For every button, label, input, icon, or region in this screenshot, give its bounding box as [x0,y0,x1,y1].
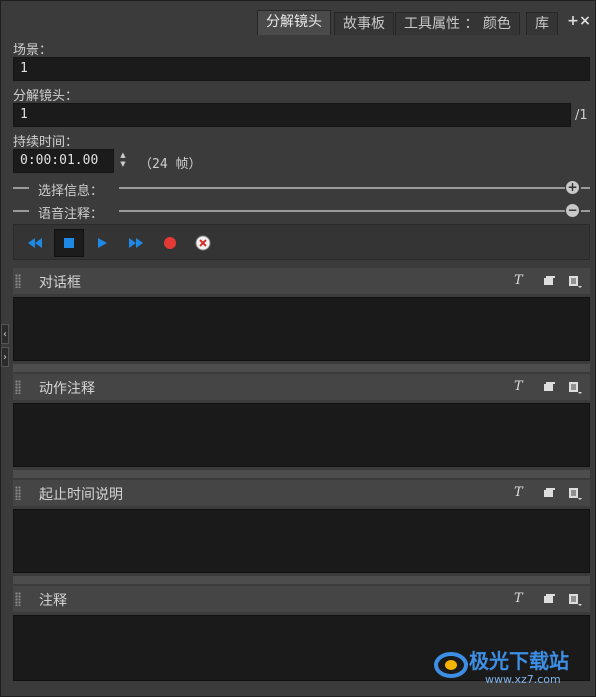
tab-bar: 分解镜头 故事板 工具属性 ： 颜色 库 +× [1,9,596,35]
panel-splitter[interactable] [13,470,590,478]
minus-circle-icon[interactable]: − [566,204,579,217]
text-format-icon[interactable]: T [514,273,528,289]
close-tab-icon[interactable]: × [579,13,591,29]
duration-label: 持续时间： [13,135,79,150]
audio-transport-bar [13,224,590,260]
watermark-url: www.xz7.com [485,673,561,686]
expand-panel-icon[interactable] [542,273,556,289]
panel-splitter[interactable] [13,576,590,584]
record-icon [164,237,176,249]
divider-line [119,187,565,189]
tab-breakdown[interactable]: 分解镜头 [257,10,331,35]
voice-note-label: 语音注释： [38,207,104,222]
text-format-icon[interactable]: T [514,379,528,395]
expand-panel-icon[interactable] [542,379,556,395]
panel-menu-icon[interactable] [568,273,582,289]
tab-tool-properties-color[interactable]: 工具属性 ： 颜色 [395,12,520,35]
expand-panel-icon[interactable] [542,485,556,501]
stop-button[interactable] [54,229,84,257]
dialog-panel-header: 对话框 T [13,268,590,294]
drag-handle-icon[interactable] [15,486,21,500]
stop-icon [64,238,74,248]
add-tab-icon[interactable]: + [567,13,579,29]
selection-info-label: 选择信息： [38,184,104,199]
action-notes-text-area[interactable] [13,403,590,467]
watermark-logo-icon [434,652,468,678]
tab-controls: +× [567,13,591,29]
duration-frames: （24 帧） [139,157,202,172]
scene-label: 场景： [13,43,53,58]
delete-audio-button[interactable] [188,229,218,257]
divider-line [13,210,29,212]
breakdown-panel: 分解镜头 故事板 工具属性 ： 颜色 库 +× 场景： 1 分解镜头： 1 /1… [0,0,596,697]
collapse-left-icon[interactable]: ‹ [1,324,9,344]
timing-notes-text-area[interactable] [13,509,590,573]
divider-line [581,187,590,189]
duration-field[interactable]: 0:00:01.00 [13,149,114,173]
watermark: 极光下载站 www.xz7.com [433,641,583,691]
action-notes-panel-header: 动作注释 T [13,374,590,400]
play-button[interactable] [88,229,118,257]
panel-title: 动作注释 [39,381,95,397]
fast-forward-button[interactable] [121,229,151,257]
text-format-icon[interactable]: T [514,591,528,607]
record-button[interactable] [155,229,185,257]
breakdown-field[interactable]: 1 [13,103,571,127]
tab-storyboard[interactable]: 故事板 [334,12,394,35]
panel-title: 注释 [39,593,67,609]
expand-right-icon[interactable]: › [1,347,9,367]
text-format-icon[interactable]: T [514,485,528,501]
watermark-title: 极光下载站 [469,649,569,673]
panel-menu-icon[interactable] [568,379,582,395]
breakdown-total: /1 [575,108,588,123]
breakdown-label: 分解镜头： [13,89,79,104]
scene-field[interactable]: 1 [13,57,590,81]
rewind-button[interactable] [20,229,50,257]
notes-panel-header: 注释 T [13,586,590,612]
divider-line [119,210,565,212]
panel-splitter[interactable] [13,364,590,372]
tab-library[interactable]: 库 [526,12,558,35]
panel-menu-icon[interactable] [568,485,582,501]
panel-menu-icon[interactable] [568,591,582,607]
drag-handle-icon[interactable] [15,592,21,606]
duration-stepper[interactable]: ▲ ▼ [118,151,128,169]
drag-handle-icon[interactable] [15,274,21,288]
expand-panel-icon[interactable] [542,591,556,607]
divider-line [581,210,590,212]
fast-forward-icon [129,238,143,248]
stepper-up-icon[interactable]: ▲ [118,151,128,160]
delete-audio-icon [195,235,211,251]
plus-circle-icon[interactable]: + [566,181,579,194]
timing-notes-panel-header: 起止时间说明 T [13,480,590,506]
play-icon [98,238,107,248]
dialog-text-area[interactable] [13,297,590,361]
drag-handle-icon[interactable] [15,380,21,394]
rewind-icon [28,238,42,248]
panel-title: 对话框 [39,275,81,291]
panel-title: 起止时间说明 [39,487,123,503]
stepper-down-icon[interactable]: ▼ [118,160,128,169]
divider-line [13,187,29,189]
